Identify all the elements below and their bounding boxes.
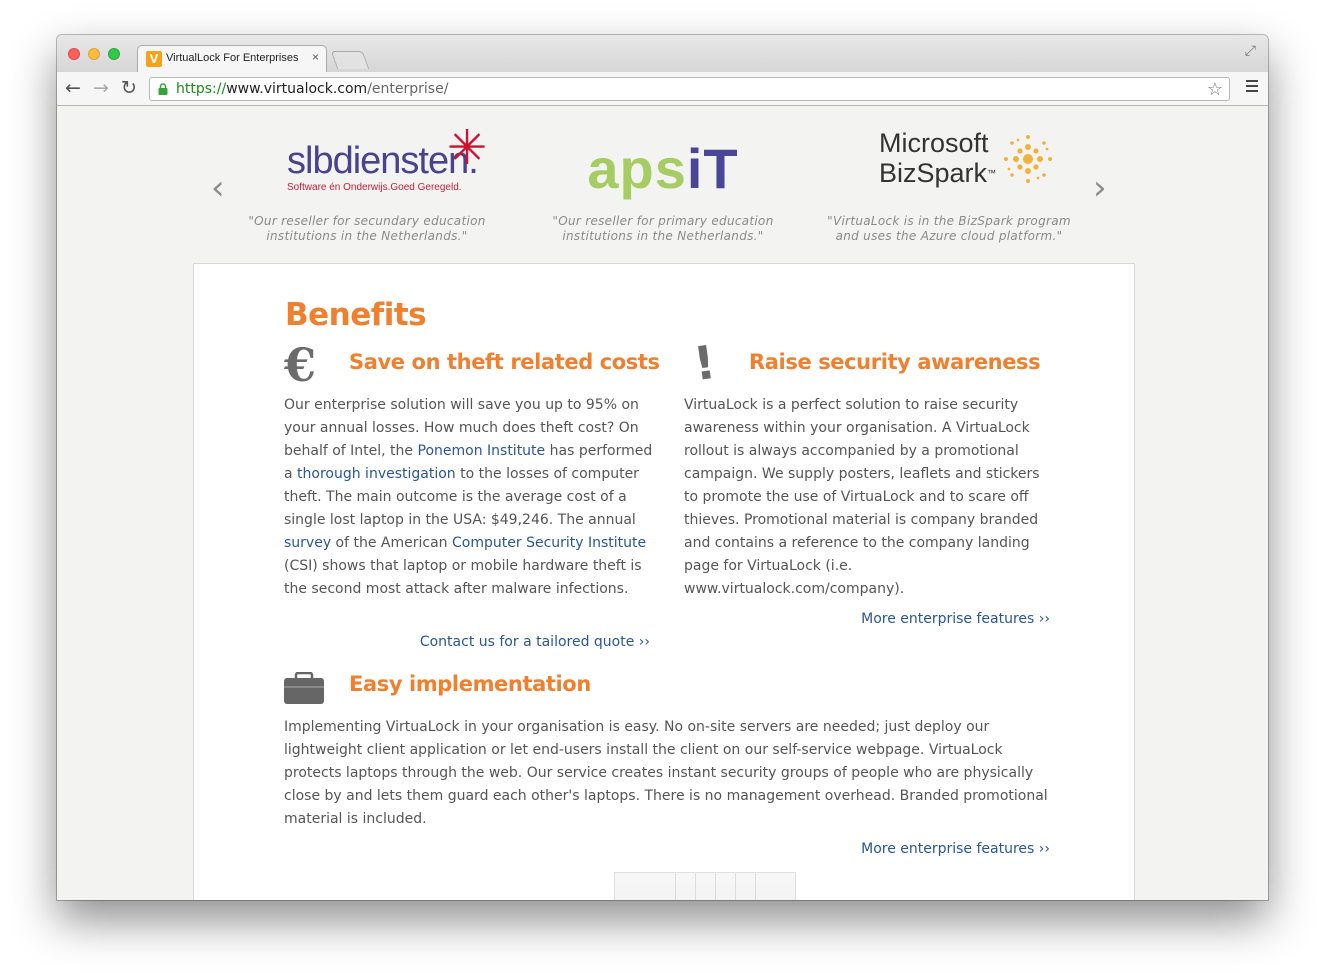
theft-costs-title: Save on theft related costs <box>349 350 660 374</box>
close-window-button[interactable] <box>68 48 80 60</box>
bizspark-trademark: ™ <box>987 168 997 178</box>
benefits-heading: Benefits <box>285 297 427 333</box>
ponemon-institute-link[interactable]: Ponemon Institute <box>418 443 546 459</box>
easy-implementation-title: Easy implementation <box>349 672 591 696</box>
browser-window: V VirtualLock For Enterprises × ⤢ ← → ↻ … <box>57 35 1268 900</box>
slbdiensten-logo: slbdiensten. Software én Onderwijs.Goed … <box>237 122 497 202</box>
apsit-logo: apsiT <box>533 136 793 201</box>
browser-toolbar: ← → ↻ https://www.virtualock.com/enterpr… <box>57 72 1268 106</box>
security-awareness-text: VirtuaLock is a perfect solution to rais… <box>684 397 1040 597</box>
theft-costs-text: Our enterprise solution will save you up… <box>284 394 654 601</box>
url-scheme: https:// <box>176 81 227 97</box>
more-enterprise-features-link[interactable]: More enterprise features ›› <box>861 841 1050 857</box>
easy-implementation-text: Implementing VirtuaLock in your organisa… <box>284 719 1048 827</box>
carousel-next-button[interactable]: › <box>1093 168 1107 208</box>
security-awareness-title: Raise security awareness <box>749 350 1041 374</box>
fullscreen-icon[interactable]: ⤢ <box>1245 43 1256 59</box>
theft-text-part: of the American <box>331 535 453 551</box>
euro-icon: € <box>284 338 317 392</box>
partner-quote: "VirtuaLock is in the BizSpark program a… <box>827 214 1071 243</box>
bizspark-name-line1: Microsoft <box>879 128 989 158</box>
bizspark-name-line2: BizSpark <box>879 158 988 188</box>
benefits-card: Benefits € Save on theft related costs O… <box>193 263 1135 900</box>
bizspark-logo: Microsoft BizSpark™ <box>879 128 996 188</box>
tab-strip: V VirtualLock For Enterprises × ⤢ <box>57 35 1268 72</box>
carousel-prev-button[interactable]: ‹ <box>211 168 225 208</box>
url-host: www.virtualock.com <box>226 81 368 97</box>
bookmark-star-icon[interactable]: ☆ <box>1207 79 1223 100</box>
apsit-name-part2: iT <box>686 137 739 200</box>
forward-button[interactable]: → <box>93 78 109 98</box>
bizspark-spark-icon <box>1004 135 1052 183</box>
survey-link[interactable]: survey <box>284 535 331 551</box>
partner-quote: "Our reseller for secundary education in… <box>248 214 486 243</box>
tab-virtualock-enterprise[interactable]: V VirtualLock For Enterprises × <box>137 45 327 72</box>
product-image <box>614 872 796 900</box>
virtualock-favicon-icon: V <box>146 51 162 67</box>
tab-title: VirtualLock For Enterprises <box>166 52 299 64</box>
page-content: ‹ › slbdiensten. Software én Onderwijs.G… <box>57 106 1268 900</box>
back-button[interactable]: ← <box>65 78 81 98</box>
theft-text-part: (CSI) shows that laptop or mobile hardwa… <box>284 558 642 597</box>
thorough-investigation-link[interactable]: thorough investigation <box>297 466 456 482</box>
reload-button[interactable]: ↻ <box>121 78 137 98</box>
contact-quote-link[interactable]: Contact us for a tailored quote ›› <box>420 634 650 650</box>
more-enterprise-features-link[interactable]: More enterprise features ›› <box>861 611 1050 627</box>
zoom-window-button[interactable] <box>108 48 120 60</box>
tab-close-icon[interactable]: × <box>312 50 319 64</box>
csi-link[interactable]: Computer Security Institute <box>452 535 646 551</box>
address-bar[interactable]: https://www.virtualock.com/enterprise/ ☆ <box>149 77 1230 101</box>
url-path: /enterprise/ <box>367 81 449 97</box>
slbdiensten-star-icon: ✳ <box>447 120 488 176</box>
apsit-name-part1: aps <box>587 137 687 200</box>
slbdiensten-tagline: Software én Onderwijs.Goed Geregeld. <box>287 182 462 193</box>
url-text[interactable]: https://www.virtualock.com/enterprise/ <box>176 81 448 97</box>
minimize-window-button[interactable] <box>88 48 100 60</box>
exclamation-icon: ! <box>690 334 719 392</box>
briefcase-icon <box>284 672 324 704</box>
lock-icon <box>158 83 168 95</box>
partner-quote: "Our reseller for primary education inst… <box>552 214 774 243</box>
new-tab-button[interactable] <box>330 51 370 69</box>
browser-menu-icon[interactable] <box>1246 80 1258 95</box>
